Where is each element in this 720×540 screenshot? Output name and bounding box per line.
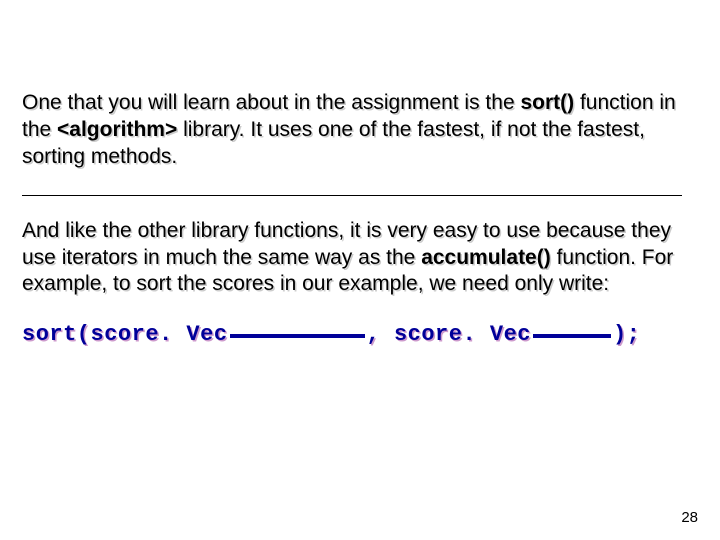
code-fragment: );	[613, 322, 640, 347]
bold-accumulate: accumulate()	[421, 246, 551, 269]
paragraph-1: One that you will learn about in the ass…	[22, 90, 702, 171]
bold-sort: sort()	[520, 91, 574, 114]
blank-fill-1	[230, 334, 365, 338]
code-example: sort(score. Vec , score. Vec);	[22, 322, 702, 347]
paragraph-2: And like the other library functions, it…	[22, 218, 702, 299]
text: One that you will learn about in the ass…	[22, 91, 520, 114]
page-number: 28	[681, 509, 698, 526]
code-fragment: , score. Vec	[367, 322, 531, 347]
divider	[22, 195, 682, 196]
blank-fill-2	[533, 334, 611, 338]
bold-algorithm: <algorithm>	[57, 118, 177, 141]
code-fragment: sort(score. Vec	[22, 322, 228, 347]
